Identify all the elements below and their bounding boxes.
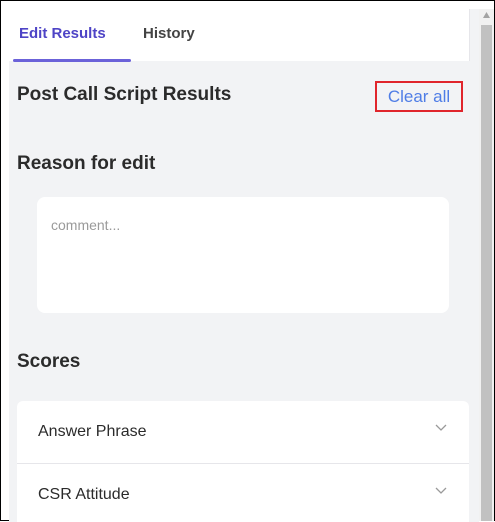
reason-title: Reason for edit — [17, 153, 156, 174]
comment-input[interactable] — [37, 197, 449, 313]
chevron-down-icon[interactable] — [435, 421, 447, 433]
score-item-csr-attitude[interactable]: CSR Attitude — [17, 464, 469, 522]
scores-list: Answer Phrase CSR Attitude — [17, 401, 469, 522]
active-tab-indicator — [13, 59, 131, 62]
clear-all-button[interactable]: Clear all — [375, 81, 463, 112]
tab-bar: Edit Results History — [9, 9, 470, 62]
edit-results-panel: Edit Results History Post Call Script Re… — [9, 9, 479, 522]
score-item-answer-phrase[interactable]: Answer Phrase — [17, 401, 469, 464]
chevron-down-icon[interactable] — [435, 484, 447, 496]
window-frame: Edit Results History Post Call Script Re… — [0, 0, 495, 522]
score-item-label: CSR Attitude — [38, 486, 130, 503]
vertical-scrollbar[interactable] — [479, 9, 494, 521]
scrollbar-thumb[interactable] — [481, 25, 492, 521]
tab-history[interactable]: History — [143, 25, 195, 42]
results-title: Post Call Script Results — [17, 84, 232, 105]
tab-edit-results[interactable]: Edit Results — [19, 25, 106, 42]
scroll-up-arrow-icon[interactable] — [482, 11, 491, 19]
scores-title: Scores — [17, 351, 81, 372]
score-item-label: Answer Phrase — [38, 423, 147, 440]
